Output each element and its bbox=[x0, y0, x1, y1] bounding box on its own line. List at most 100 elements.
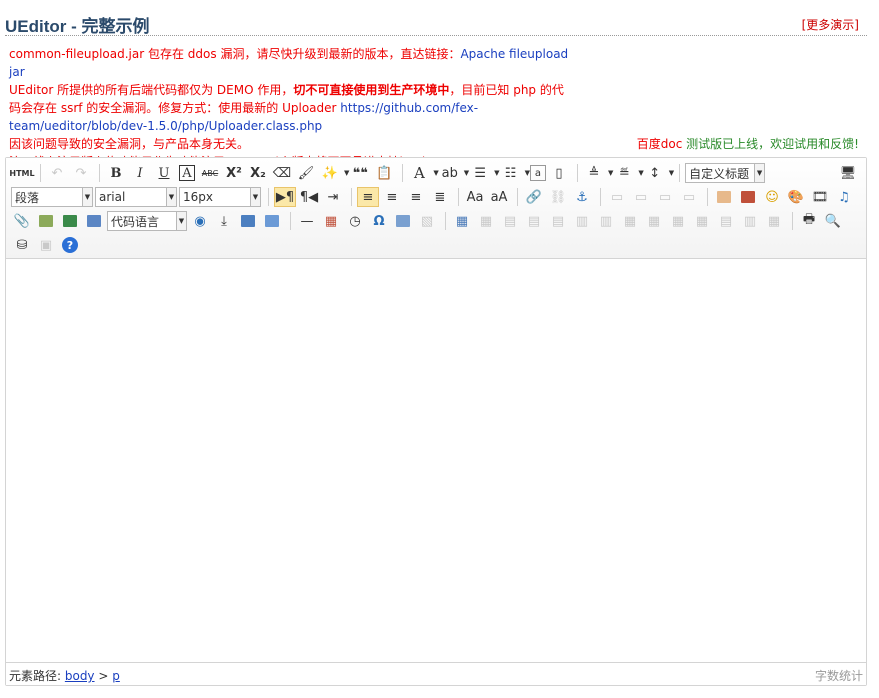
splittorows-icon[interactable]: ▤ bbox=[715, 211, 737, 231]
emotion-smiley-icon[interactable]: ☺ bbox=[761, 187, 783, 207]
more-demo-link[interactable]: [更多演示] bbox=[802, 16, 859, 33]
paragraph-select[interactable]: 段落 ▼ bbox=[11, 187, 93, 207]
separator bbox=[99, 164, 100, 182]
blockquote-icon[interactable]: ❝❝ bbox=[349, 163, 371, 183]
deletetable-icon[interactable]: ▦ bbox=[475, 211, 497, 231]
splittocells-icon[interactable]: ▦ bbox=[691, 211, 713, 231]
forecolor-button[interactable]: A bbox=[408, 163, 430, 183]
lineheight-icon[interactable]: ↕ bbox=[644, 163, 666, 183]
chevron-down-icon[interactable]: ▼ bbox=[176, 212, 186, 230]
chevron-down-icon[interactable]: ▼ bbox=[754, 164, 765, 182]
bold-button[interactable]: B bbox=[105, 163, 127, 183]
undo-icon[interactable]: ↶ bbox=[46, 163, 68, 183]
customstyle-value: 自定义标题 bbox=[689, 166, 750, 181]
time-clock-icon[interactable]: ◷ bbox=[344, 211, 366, 231]
background-icon[interactable] bbox=[261, 211, 283, 231]
element-path-p-link[interactable]: p bbox=[112, 669, 120, 683]
insertrow-icon[interactable]: ▤ bbox=[523, 211, 545, 231]
justify-left-icon[interactable]: ≡ bbox=[357, 187, 379, 207]
chevron-down-icon[interactable]: ▼ bbox=[669, 169, 674, 177]
date-calendar-icon[interactable]: ▦ bbox=[320, 211, 342, 231]
indent-icon[interactable]: ⇥ bbox=[322, 187, 344, 207]
italic-button[interactable]: I bbox=[129, 163, 151, 183]
underline-button[interactable]: U bbox=[153, 163, 175, 183]
horizontal-rule-icon[interactable]: — bbox=[296, 211, 318, 231]
rowspacing-top-icon[interactable]: ≜ bbox=[583, 163, 605, 183]
image-none-icon[interactable]: ▭ bbox=[606, 187, 628, 207]
chevron-down-icon[interactable]: ▼ bbox=[166, 188, 176, 206]
chevron-down-icon[interactable]: ▼ bbox=[82, 188, 92, 206]
editor-content-area[interactable] bbox=[6, 259, 866, 662]
insertframe-icon[interactable] bbox=[83, 211, 105, 231]
fontborder-button[interactable]: A bbox=[179, 165, 195, 181]
fullscreen-monitor-icon[interactable]: 🖥 bbox=[837, 163, 859, 183]
removeformat-eraser-icon[interactable]: ⌫ bbox=[271, 163, 293, 183]
template-icon[interactable] bbox=[237, 211, 259, 231]
splittocols-icon[interactable]: ▥ bbox=[739, 211, 761, 231]
subscript-button[interactable]: X₂ bbox=[247, 163, 269, 183]
customstyle-select[interactable]: 自定义标题 ▼ bbox=[685, 163, 766, 183]
preview-magnifier-icon[interactable]: 🔍 bbox=[822, 211, 844, 231]
attachment-clip-icon[interactable]: 📎 bbox=[11, 211, 33, 231]
formatmatch-brush-icon[interactable]: 🖌 bbox=[295, 163, 317, 183]
cleardoc-icon[interactable]: ▯ bbox=[548, 163, 570, 183]
gmap-icon[interactable] bbox=[59, 211, 81, 231]
unlink-icon[interactable]: ⛓ bbox=[547, 187, 569, 207]
insertvideo-film-icon[interactable]: 🎞 bbox=[809, 187, 831, 207]
anchor-icon[interactable]: ⚓ bbox=[571, 187, 593, 207]
help-question-icon[interactable]: ? bbox=[62, 237, 78, 253]
direction-ltr-icon[interactable]: ▶¶ bbox=[274, 187, 296, 207]
insertparagraphbeforetable-icon[interactable]: ▤ bbox=[499, 211, 521, 231]
backcolor-icon[interactable]: ab bbox=[439, 163, 461, 183]
fontsize-select[interactable]: 16px ▼ bbox=[179, 187, 261, 207]
element-path-body-link[interactable]: body bbox=[65, 669, 95, 683]
snapscreen-icon[interactable] bbox=[392, 211, 414, 231]
element-path: 元素路径: body > p bbox=[9, 667, 120, 684]
image-center-icon[interactable]: ▭ bbox=[678, 187, 700, 207]
ordered-list-icon[interactable]: ☰ bbox=[469, 163, 491, 183]
selectall-icon[interactable]: a bbox=[529, 165, 546, 181]
justify-center-icon[interactable]: ≡ bbox=[381, 187, 403, 207]
insertcol-icon[interactable]: ▥ bbox=[571, 211, 593, 231]
map-icon[interactable] bbox=[35, 211, 57, 231]
insertimage-icon[interactable] bbox=[737, 187, 759, 207]
music-note-icon[interactable]: ♫ bbox=[833, 187, 855, 207]
direction-rtl-icon[interactable]: ¶◀ bbox=[298, 187, 320, 207]
mergedown-icon[interactable]: ▦ bbox=[667, 211, 689, 231]
redo-icon[interactable]: ↷ bbox=[70, 163, 92, 183]
insertcode-select[interactable]: 代码语言 ▼ bbox=[107, 211, 187, 231]
drafts-icon[interactable]: ▣ bbox=[35, 235, 57, 255]
more-demo-link-text[interactable]: [更多演示] bbox=[802, 18, 859, 32]
unordered-list-icon[interactable]: ☷ bbox=[500, 163, 522, 183]
chevron-down-icon[interactable]: ▼ bbox=[250, 188, 260, 206]
fontfamily-select[interactable]: arial ▼ bbox=[95, 187, 177, 207]
pagebreak-icon[interactable]: ⤓ bbox=[213, 211, 235, 231]
justify-right-icon[interactable]: ≡ bbox=[405, 187, 427, 207]
inserttable-icon[interactable]: ▦ bbox=[451, 211, 473, 231]
pasteplain-clipboard-icon[interactable]: 📋 bbox=[373, 163, 395, 183]
rowspacing-bottom-icon[interactable]: ≝ bbox=[613, 163, 635, 183]
mergeright-icon[interactable]: ▦ bbox=[643, 211, 665, 231]
simpleupload-image-icon[interactable] bbox=[713, 187, 735, 207]
source-html-button[interactable]: HTML bbox=[9, 163, 34, 183]
mergecells-icon[interactable]: ▦ bbox=[619, 211, 641, 231]
wordimage-icon[interactable]: ▧ bbox=[416, 211, 438, 231]
strikethrough-button[interactable]: ABC bbox=[199, 163, 221, 183]
charts-icon[interactable]: ▦ bbox=[763, 211, 785, 231]
scrawl-palette-icon[interactable]: 🎨 bbox=[785, 187, 807, 207]
insertcode-value: 代码语言 bbox=[111, 214, 160, 229]
autotypeset-wand-icon[interactable]: ✨ bbox=[319, 163, 341, 183]
image-left-icon[interactable]: ▭ bbox=[630, 187, 652, 207]
tolowercase-icon[interactable]: aA bbox=[488, 187, 510, 207]
deleterow-icon[interactable]: ▤ bbox=[547, 211, 569, 231]
webapp-icon[interactable]: ◉ bbox=[189, 211, 211, 231]
justify-full-icon[interactable]: ≣ bbox=[429, 187, 451, 207]
superscript-button[interactable]: X² bbox=[223, 163, 245, 183]
print-icon[interactable]: 🖶 bbox=[798, 211, 820, 231]
deletecol-icon[interactable]: ▥ bbox=[595, 211, 617, 231]
image-right-icon[interactable]: ▭ bbox=[654, 187, 676, 207]
special-chars-omega-icon[interactable]: Ω bbox=[368, 211, 390, 231]
link-chain-icon[interactable]: 🔗 bbox=[523, 187, 545, 207]
searchreplace-binoculars-icon[interactable]: ⛁ bbox=[11, 235, 33, 255]
touppercase-icon[interactable]: Aa bbox=[464, 187, 486, 207]
